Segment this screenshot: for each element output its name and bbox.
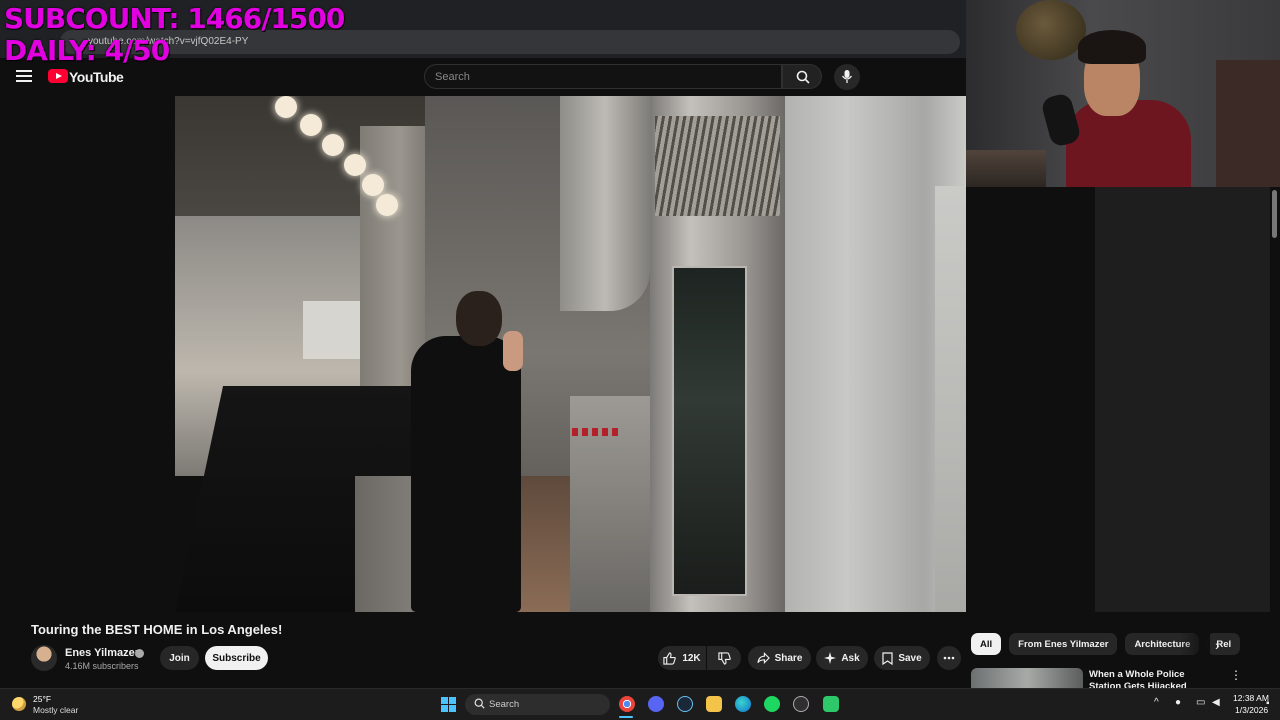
verified-icon [135, 649, 144, 658]
scrollbar-thumb[interactable] [1272, 190, 1277, 238]
weather-description[interactable]: Mostly clear [33, 705, 78, 715]
discord-icon[interactable] [648, 696, 664, 712]
windows-start-icon[interactable] [441, 697, 456, 712]
clock-date[interactable]: 1/3/2026 [1235, 705, 1268, 715]
like-button[interactable]: 12K [658, 646, 706, 670]
chip-all[interactable]: All [971, 633, 1002, 655]
video-player[interactable] [175, 96, 1095, 612]
search-button[interactable] [782, 64, 822, 89]
active-app-indicator [619, 716, 633, 718]
microphone-icon[interactable]: ● [1175, 697, 1181, 708]
more-icon [943, 656, 955, 660]
tray-overflow-icon[interactable]: ^ [1154, 697, 1159, 708]
channel-name[interactable]: Enes Yilmazer [65, 647, 139, 659]
subscribe-button[interactable]: Subscribe [205, 646, 268, 670]
search-icon [474, 698, 485, 709]
chip-fade [1180, 630, 1210, 658]
video-presenter [411, 291, 526, 612]
chrome-icon[interactable] [619, 696, 635, 712]
sparkle-icon [824, 652, 837, 664]
edge-icon[interactable] [735, 696, 751, 712]
thumbs-up-icon [663, 651, 677, 665]
stream-subcount-overlay: SUBCOUNT: 1466/1500 [4, 2, 345, 35]
join-button[interactable]: Join [160, 646, 199, 670]
search-box[interactable] [424, 64, 782, 89]
stream-daily-overlay: DAILY: 4/50 [4, 34, 170, 67]
obs-icon[interactable] [793, 696, 809, 712]
more-actions-button[interactable] [937, 646, 961, 670]
bookmark-icon [882, 651, 893, 665]
side-panel [1095, 187, 1271, 612]
steam-icon[interactable] [677, 696, 693, 712]
ask-button[interactable]: Ask [816, 646, 868, 670]
file-explorer-icon[interactable] [706, 696, 722, 712]
webcam-feed [966, 0, 1280, 187]
recommended-more-icon[interactable]: ⋮ [1230, 668, 1242, 682]
search-input[interactable] [435, 65, 765, 88]
chip-from-channel[interactable]: From Enes Yilmazer [1009, 633, 1118, 655]
search-icon [796, 70, 810, 84]
dislike-button[interactable] [707, 646, 741, 670]
recommended-title[interactable]: When a Whole Police Station Gets Hijacke… [1089, 669, 1219, 690]
channel-avatar[interactable] [31, 645, 57, 671]
weather-temperature[interactable]: 25°F [33, 694, 51, 704]
thumbs-down-icon [717, 651, 731, 665]
clock-time[interactable]: 12:38 AM [1233, 693, 1269, 703]
volume-icon[interactable]: ◀ [1212, 697, 1220, 708]
scrollbar-track[interactable] [1270, 187, 1280, 687]
menu-icon[interactable] [16, 70, 32, 82]
mic-icon [841, 70, 853, 83]
recommended-thumbnail[interactable] [971, 668, 1083, 690]
chevron-right-icon[interactable]: › [1215, 637, 1220, 653]
notification-icon[interactable]: ▪ [1266, 698, 1270, 709]
chip-related[interactable]: Rel [1207, 633, 1241, 655]
taskbar-search-label[interactable]: Search [489, 699, 519, 710]
share-icon [756, 652, 770, 664]
weather-icon[interactable] [12, 697, 26, 711]
subscriber-count: 4.16M subscribers [65, 661, 139, 671]
share-button[interactable]: Share [748, 646, 811, 670]
windows-taskbar [0, 688, 1280, 720]
youtube-logo-text[interactable]: YouTube [69, 69, 124, 85]
spotify-icon[interactable] [764, 696, 780, 712]
save-button[interactable]: Save [874, 646, 930, 670]
video-title: Touring the BEST HOME in Los Angeles! [31, 622, 283, 637]
share-label: Share [774, 652, 803, 664]
display-icon[interactable]: ▭ [1196, 697, 1205, 708]
save-label: Save [898, 652, 922, 664]
voice-search-button[interactable] [834, 64, 860, 90]
ask-label: Ask [841, 652, 860, 664]
taskbar-search[interactable] [465, 694, 610, 715]
youtube-logo-icon[interactable] [48, 69, 68, 83]
like-count: 12K [682, 652, 701, 664]
app-icon[interactable] [823, 696, 839, 712]
